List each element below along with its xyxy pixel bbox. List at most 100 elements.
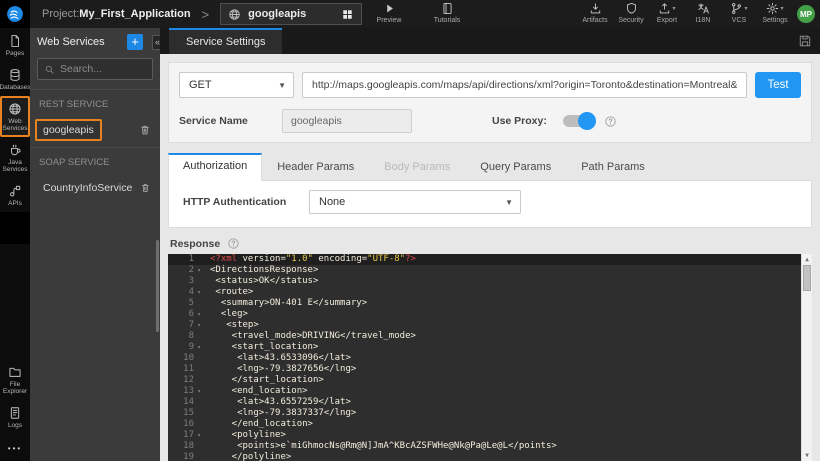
fold-arrow-icon[interactable]: ▾ (194, 309, 204, 320)
service-selector[interactable]: googleapis (220, 3, 363, 25)
tab-query-params[interactable]: Query Params (465, 153, 566, 180)
http-authentication-select[interactable]: None ▼ (309, 190, 521, 214)
code-line-19[interactable]: 19 </polyline> (168, 452, 812, 461)
header-action-label: Artifacts (582, 17, 608, 24)
fold-arrow-icon[interactable]: ▾ (194, 430, 204, 441)
code-line-7[interactable]: 7 ▾ <step> (168, 320, 812, 331)
code-line-3[interactable]: 3 <status>OK</status> (168, 276, 812, 287)
code-line-13[interactable]: 13 ▾ <end_location> (168, 386, 812, 397)
more-options-button[interactable]: ••• (8, 434, 22, 461)
code-line-18[interactable]: 18 <points>e`miGhmocNs@Rm@N]JmA^KBcAZSFW… (168, 441, 812, 452)
code-text: <lng>-79.3837337</lng> (210, 408, 357, 418)
line-number: 11 (183, 364, 194, 374)
code-scrollbar[interactable]: ▲ ▼ (801, 254, 812, 461)
trash-icon[interactable] (140, 182, 151, 194)
trash-icon[interactable] (139, 124, 151, 136)
code-line-16[interactable]: 16 </end_location> (168, 419, 812, 430)
service-name-input[interactable] (282, 109, 412, 133)
header-action-i18n[interactable]: I18N (686, 2, 720, 24)
method-select[interactable]: GET ▼ (179, 72, 294, 98)
test-button[interactable]: Test (755, 72, 801, 98)
code-line-1[interactable]: 1 <?xml version="1.0" encoding="UTF-8"?> (168, 254, 812, 265)
code-line-8[interactable]: 8 <travel_mode>DRIVING</travel_mode> (168, 331, 812, 342)
chevron-down-icon: ▾ (780, 6, 784, 12)
rail-item-logs[interactable]: Logs (0, 400, 30, 434)
fold-arrow-icon[interactable]: ▾ (194, 386, 204, 397)
tab-path-params[interactable]: Path Params (566, 153, 660, 180)
download-icon (589, 2, 602, 15)
header-action-settings[interactable]: ▾ Settings (758, 2, 792, 24)
service-item-countryinfoservice[interactable]: CountryInfoService (30, 175, 160, 205)
rail-item-pages[interactable]: Pages (0, 28, 30, 62)
user-avatar[interactable]: MP (797, 5, 815, 23)
rail-item-databases[interactable]: Databases (0, 62, 31, 96)
help-icon[interactable] (604, 115, 617, 128)
line-gutter: 14 (168, 397, 204, 408)
rail-item-file-explorer[interactable]: File Explorer (0, 359, 30, 400)
logs-icon (8, 406, 22, 420)
line-number: 2 (188, 265, 194, 275)
tab-body-params[interactable]: Body Params (369, 153, 465, 180)
header-action-export[interactable]: ▾ Export (650, 2, 684, 24)
code-lines: 1 <?xml version="1.0" encoding="UTF-8"?> 2… (168, 254, 812, 461)
code-line-5[interactable]: 5 <summary>ON-401 E</summary> (168, 298, 812, 309)
add-service-button[interactable]: + (127, 34, 143, 50)
services-panel-title: Web Services (37, 36, 105, 48)
scrollbar-thumb[interactable] (803, 265, 811, 291)
rail-item-label: Databases (0, 84, 31, 91)
play-icon (383, 2, 396, 15)
line-number: 12 (183, 375, 194, 385)
branch-icon (730, 2, 743, 15)
rail-item-java-services[interactable]: Java Services (0, 137, 30, 178)
fold-arrow-icon[interactable]: ▾ (194, 342, 204, 353)
preview-button[interactable]: Preview (372, 2, 406, 24)
chevron-down-icon: ▼ (278, 80, 286, 90)
scrollbar-down-icon[interactable]: ▼ (802, 452, 812, 459)
code-line-9[interactable]: 9 ▾ <start_location> (168, 342, 812, 353)
code-line-15[interactable]: 15 <lng>-79.3837337</lng> (168, 408, 812, 419)
icon-row (625, 2, 638, 15)
tutorials-button[interactable]: Tutorials (430, 2, 464, 24)
response-code-editor[interactable]: 1 <?xml version="1.0" encoding="UTF-8"?> 2… (168, 254, 812, 461)
editor-content: GET ▼ Test Service Name Use Proxy: Autho… (160, 54, 820, 461)
tab-header-params[interactable]: Header Params (262, 153, 369, 180)
service-item-name: CountryInfoService (43, 182, 133, 194)
code-text: <start_location> (210, 342, 319, 352)
tab-service-settings[interactable]: Service Settings (169, 28, 283, 54)
service-search-input[interactable] (60, 63, 146, 75)
code-line-11[interactable]: 11 <lng>-79.3827656</lng> (168, 364, 812, 375)
fold-arrow-icon[interactable]: ▾ (194, 265, 204, 276)
request-url-input[interactable] (302, 72, 747, 98)
line-number: 1 (188, 254, 194, 264)
service-item-googleapis[interactable]: googleapis (30, 117, 160, 147)
scrollbar-up-icon[interactable]: ▲ (802, 256, 812, 263)
header-action-security[interactable]: Security (614, 2, 648, 24)
line-gutter: 1 (168, 254, 204, 265)
code-line-14[interactable]: 14 <lat>43.6557259</lat> (168, 397, 812, 408)
code-text: <leg> (210, 309, 248, 319)
header-action-label: VCS (731, 17, 747, 24)
icon-row: ▾ (766, 2, 784, 15)
code-line-6[interactable]: 6 ▾ <leg> (168, 309, 812, 320)
left-nav-rail: Pages Databases Web Services Java Services A… (0, 28, 31, 461)
use-proxy-toggle[interactable] (562, 112, 596, 130)
code-line-12[interactable]: 12 </start_location> (168, 375, 812, 386)
help-icon[interactable] (227, 237, 240, 250)
header-action-vcs[interactable]: ▾ VCS (722, 2, 756, 24)
fold-arrow-icon[interactable]: ▾ (194, 320, 204, 331)
code-line-2[interactable]: 2 ▾ <DirectionsResponse> (168, 265, 812, 276)
rail-item-apis[interactable]: APIs (0, 178, 30, 212)
panel-scrollbar-thumb[interactable] (156, 240, 159, 332)
save-icon[interactable] (798, 34, 812, 48)
fold-arrow-icon[interactable]: ▾ (194, 287, 204, 298)
header-action-artifacts[interactable]: Artifacts (578, 2, 612, 24)
tab-authorization[interactable]: Authorization (168, 153, 263, 181)
pages-icon (8, 34, 22, 48)
rail-item-web-services[interactable]: Web Services (0, 96, 30, 137)
app-logo[interactable] (0, 0, 30, 28)
line-gutter: 17 ▾ (168, 430, 204, 441)
code-line-4[interactable]: 4 ▾ <route> (168, 287, 812, 298)
code-line-10[interactable]: 10 <lat>43.6533096</lat> (168, 353, 812, 364)
request-form-panel: GET ▼ Test Service Name Use Proxy: (168, 62, 812, 143)
code-line-17[interactable]: 17 ▾ <polyline> (168, 430, 812, 441)
